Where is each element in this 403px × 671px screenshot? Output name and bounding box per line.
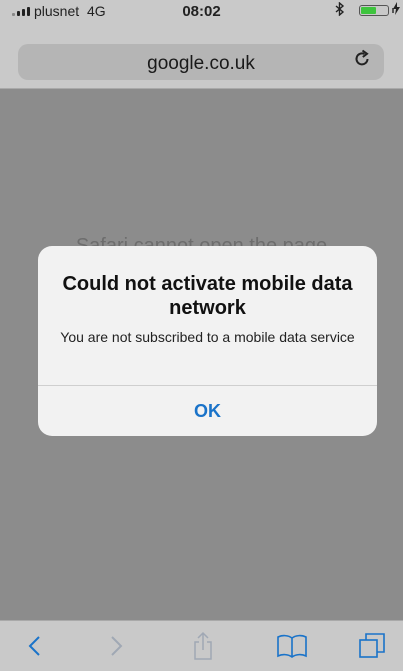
url-text[interactable]: google.co.uk (18, 53, 384, 75)
battery-icon (359, 5, 389, 16)
share-icon[interactable] (183, 629, 223, 663)
charging-icon (393, 2, 400, 18)
alert-message: You are not subscribed to a mobile data … (60, 329, 355, 345)
alert-title: Could not activate mobile data network (62, 273, 353, 319)
address-bar[interactable]: google.co.uk (18, 44, 384, 80)
reload-icon[interactable] (352, 49, 372, 75)
ok-button[interactable]: OK (38, 386, 377, 436)
bookmarks-icon[interactable] (272, 629, 312, 663)
address-bar-area: google.co.uk (0, 22, 403, 89)
back-icon[interactable] (14, 629, 54, 663)
bottom-toolbar (0, 620, 403, 671)
tabs-icon[interactable] (352, 629, 392, 663)
forward-icon[interactable] (97, 629, 137, 663)
status-bar: plusnet 4G 08:02 (0, 0, 403, 22)
alert-dialog: Could not activate mobile data network Y… (38, 246, 377, 436)
bluetooth-icon (335, 1, 345, 19)
